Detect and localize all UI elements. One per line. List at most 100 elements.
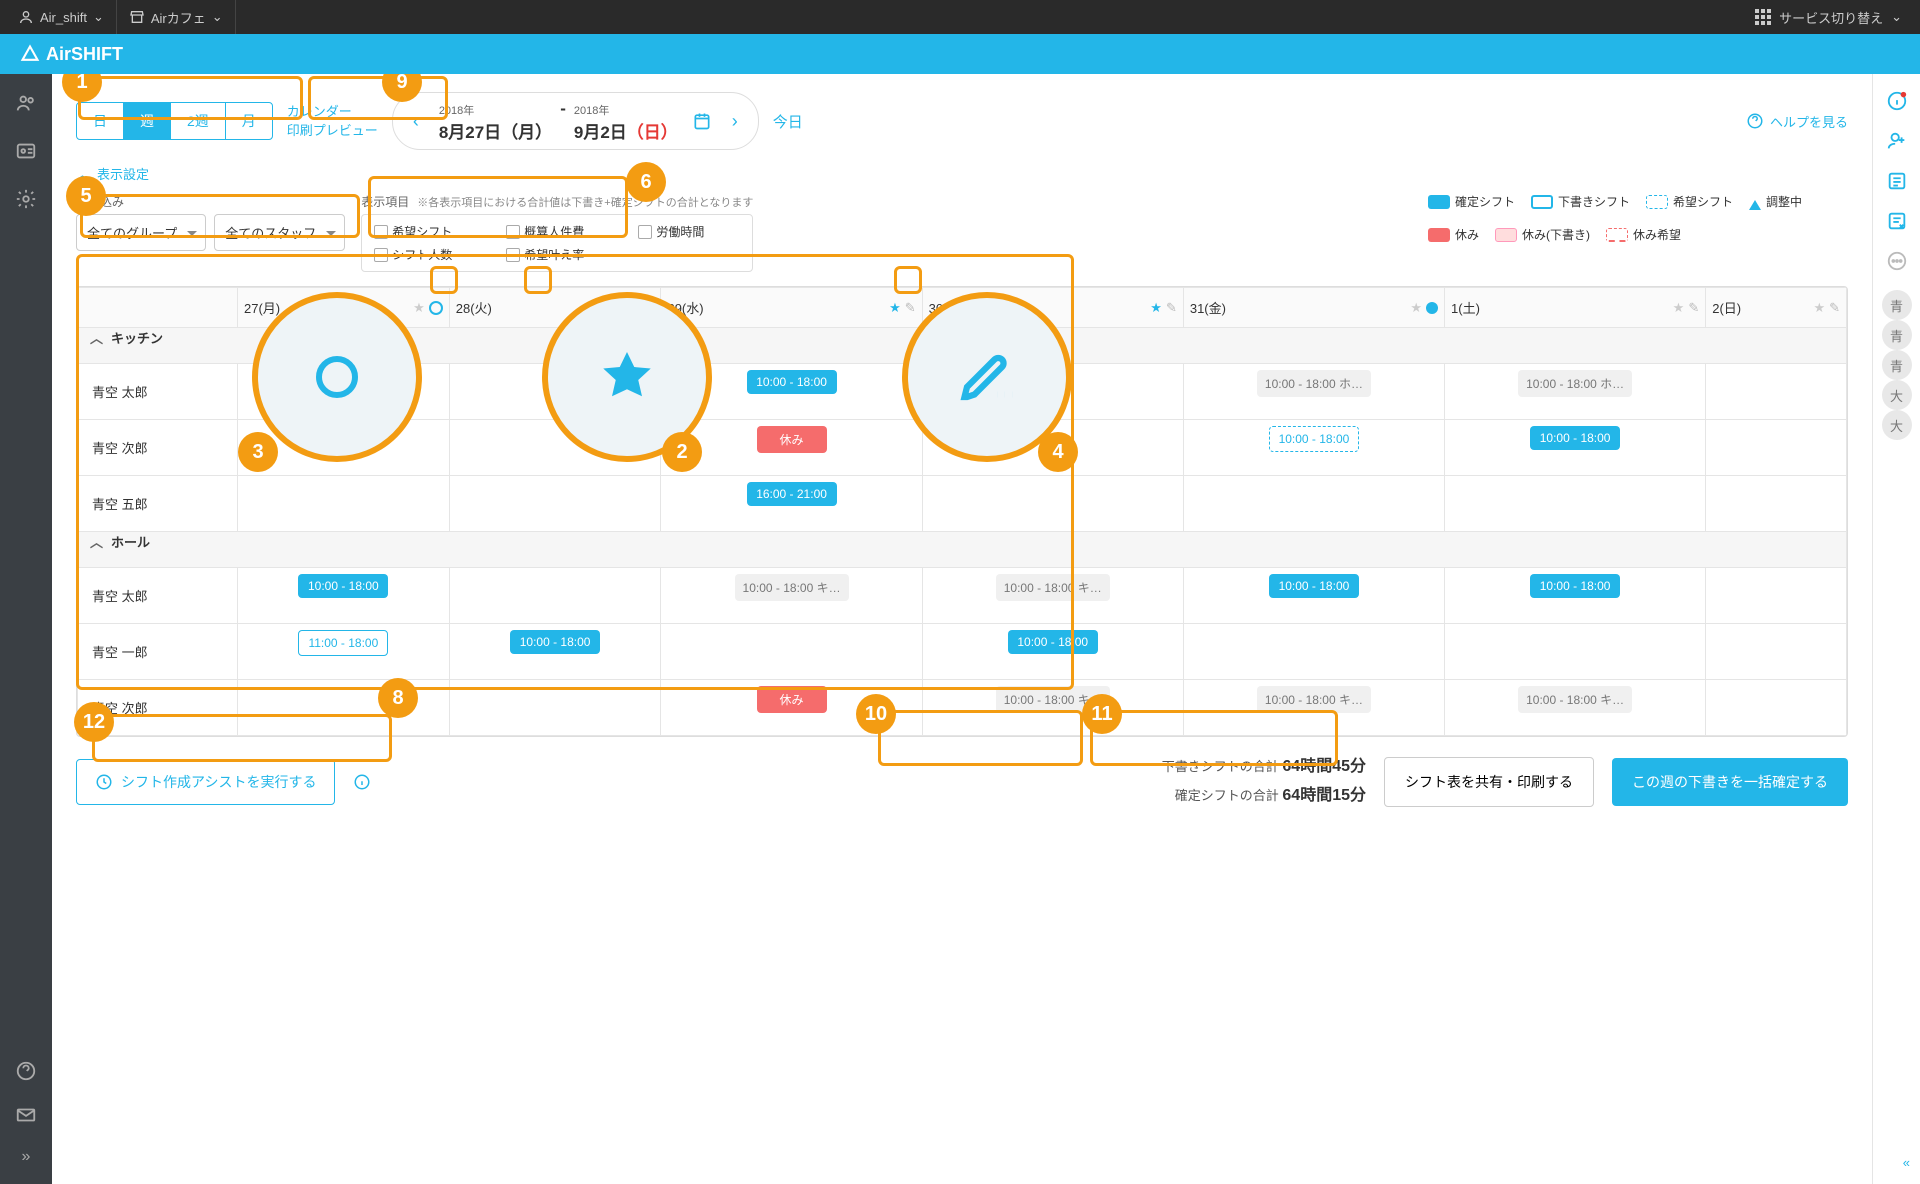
section-header[interactable]: ︿キッチン xyxy=(78,328,1847,364)
shift-chip[interactable]: 10:00 - 18:00 xyxy=(1530,426,1620,450)
day-header-4[interactable]: 31(金)★ xyxy=(1183,288,1444,328)
chat-icon[interactable] xyxy=(1886,250,1908,272)
star-icon[interactable]: ★ xyxy=(413,300,425,316)
day-header-2[interactable]: 29(水)★✎ xyxy=(661,288,922,328)
shift-chip[interactable]: 10:00 - 18:00 キ… xyxy=(996,574,1110,601)
shift-cell[interactable] xyxy=(1706,568,1847,624)
shift-chip[interactable]: 休み xyxy=(757,426,827,453)
nav-card-icon[interactable] xyxy=(15,140,37,162)
shift-cell[interactable]: 10:00 - 18:00 xyxy=(1445,420,1706,476)
day-header-1[interactable]: 28(火) xyxy=(449,288,661,328)
circle-icon[interactable] xyxy=(640,301,654,315)
shift-chip[interactable]: 10:00 - 18:00 xyxy=(298,370,388,394)
shift-cell[interactable] xyxy=(1445,624,1706,680)
star-icon[interactable]: ★ xyxy=(1150,300,1162,316)
collapse-right-icon[interactable]: « xyxy=(1903,1155,1910,1170)
shift-cell[interactable]: 10:00 - 18:00 xyxy=(661,364,922,420)
service-switch[interactable]: サービス切り替え ⌄ xyxy=(1743,8,1914,27)
shift-cell[interactable]: 休み xyxy=(661,680,922,736)
shift-cell[interactable] xyxy=(238,476,450,532)
list-check-icon[interactable] xyxy=(1886,170,1908,192)
shift-cell[interactable]: 10:00 - 18:00 xyxy=(1183,568,1444,624)
staff-bubble[interactable]: 青 xyxy=(1882,350,1912,380)
help-link[interactable]: ヘルプを見る xyxy=(1746,112,1848,131)
group-select[interactable]: 全てのグループ xyxy=(76,214,206,251)
share-print-button[interactable]: シフト表を共有・印刷する xyxy=(1384,757,1594,807)
shift-cell[interactable]: 10:00 - 18:00 xyxy=(238,568,450,624)
circle-fill-icon[interactable] xyxy=(1426,302,1438,314)
shift-cell[interactable] xyxy=(1183,624,1444,680)
shift-cell[interactable]: 10:00 - 18:00 キ… xyxy=(1445,680,1706,736)
shift-chip[interactable]: 10:00 - 18:00 キ… xyxy=(1518,686,1632,713)
print-preview-link[interactable]: 印刷プレビュー xyxy=(287,121,378,141)
today-button[interactable]: 今日 xyxy=(773,111,803,132)
pencil-icon[interactable]: ✎ xyxy=(1829,300,1840,316)
nav-help-icon[interactable] xyxy=(15,1060,37,1082)
shift-assist-button[interactable]: シフト作成アシストを実行する xyxy=(76,759,335,805)
staff-name[interactable]: 青空 五郎 xyxy=(78,476,238,532)
nav-settings-icon[interactable] xyxy=(15,188,37,210)
staff-name[interactable]: 青空 次郎 xyxy=(78,680,238,736)
star-icon[interactable]: ★ xyxy=(1673,300,1685,316)
shift-chip[interactable]: 10:00 - 18:00 キ… xyxy=(1257,686,1371,713)
shift-cell[interactable] xyxy=(1706,476,1847,532)
shift-cell[interactable]: 10:00 - 18:00 キ… xyxy=(661,568,922,624)
shift-cell[interactable] xyxy=(449,364,661,420)
checkbox-希望叶え率[interactable]: 希望叶え率 xyxy=(506,246,620,263)
shift-cell[interactable]: 10:00 - 18:00 キ… xyxy=(922,568,1183,624)
shift-cell[interactable]: 10:00 - 18:00 キ… xyxy=(922,680,1183,736)
shift-chip[interactable]: 10:00 - 18:00 xyxy=(510,630,600,654)
shift-chip[interactable]: 16:00 - 21:00 xyxy=(747,482,837,506)
day-header-0[interactable]: 27(月)★ xyxy=(238,288,450,328)
nav-expand-icon[interactable]: » xyxy=(22,1148,31,1166)
shift-cell[interactable]: 10:00 - 18:00 xyxy=(449,624,661,680)
circle-icon[interactable] xyxy=(429,301,443,315)
list-x-icon[interactable] xyxy=(1886,210,1908,232)
prev-week-button[interactable]: ‹ xyxy=(407,111,425,132)
staff-name[interactable]: 青空 次郎 xyxy=(78,420,238,476)
shift-cell[interactable] xyxy=(1183,476,1444,532)
staff-bubble[interactable]: 大 xyxy=(1882,380,1912,410)
staff-bubble[interactable]: 青 xyxy=(1882,290,1912,320)
shift-cell[interactable] xyxy=(922,476,1183,532)
shift-cell[interactable]: 10:00 - 18:00 xyxy=(922,624,1183,680)
shift-cell[interactable] xyxy=(449,476,661,532)
shift-cell[interactable] xyxy=(922,420,1183,476)
nav-mail-icon[interactable] xyxy=(15,1104,37,1126)
checkbox-労働時間[interactable]: 労働時間 xyxy=(638,223,740,240)
star-icon[interactable]: ★ xyxy=(1813,300,1825,316)
shift-cell[interactable] xyxy=(449,568,661,624)
shift-cell[interactable] xyxy=(238,680,450,736)
add-user-icon[interactable] xyxy=(1886,130,1908,152)
shift-cell[interactable] xyxy=(661,624,922,680)
calendar-link[interactable]: カレンダー xyxy=(287,102,378,122)
shift-chip[interactable]: 10:00 - 18:00 xyxy=(1269,574,1359,598)
staff-name[interactable]: 青空 太郎 xyxy=(78,568,238,624)
staff-bubble[interactable]: 大 xyxy=(1882,410,1912,440)
view-tab-週[interactable]: 週 xyxy=(124,103,171,139)
pencil-icon[interactable]: ✎ xyxy=(905,300,916,316)
shift-chip[interactable]: 10:00 - 18:00 キ… xyxy=(735,574,849,601)
view-tab-2週[interactable]: 2週 xyxy=(171,103,226,139)
shift-cell[interactable] xyxy=(449,420,661,476)
account-menu[interactable]: Air_shift ⌄ xyxy=(6,0,117,34)
shift-chip[interactable]: 10:00 - 18:00 キ… xyxy=(996,686,1110,713)
shift-chip[interactable]: 10:00 - 18:00 xyxy=(1008,630,1098,654)
shift-cell[interactable]: 休み xyxy=(661,420,922,476)
shift-chip[interactable]: 10:00 - 18:00 xyxy=(1530,574,1620,598)
nav-staff-icon[interactable] xyxy=(15,92,37,114)
staff-bubble[interactable]: 青 xyxy=(1882,320,1912,350)
next-week-button[interactable]: › xyxy=(726,111,744,132)
shift-cell[interactable] xyxy=(1445,476,1706,532)
shift-cell[interactable] xyxy=(922,364,1183,420)
shift-cell[interactable]: 10:00 - 18:00 xyxy=(238,364,450,420)
shift-chip[interactable]: 10:00 - 18:00 ホ… xyxy=(1257,370,1371,397)
shift-chip[interactable]: 休み xyxy=(757,686,827,713)
shift-cell[interactable] xyxy=(238,420,450,476)
view-tab-日[interactable]: 日 xyxy=(77,103,124,139)
view-tab-月[interactable]: 月 xyxy=(226,103,272,139)
info-badge-icon[interactable] xyxy=(1886,90,1908,112)
shift-cell[interactable] xyxy=(1706,624,1847,680)
star-icon[interactable]: ★ xyxy=(1410,300,1422,316)
shift-cell[interactable]: 10:00 - 18:00 キ… xyxy=(1183,680,1444,736)
